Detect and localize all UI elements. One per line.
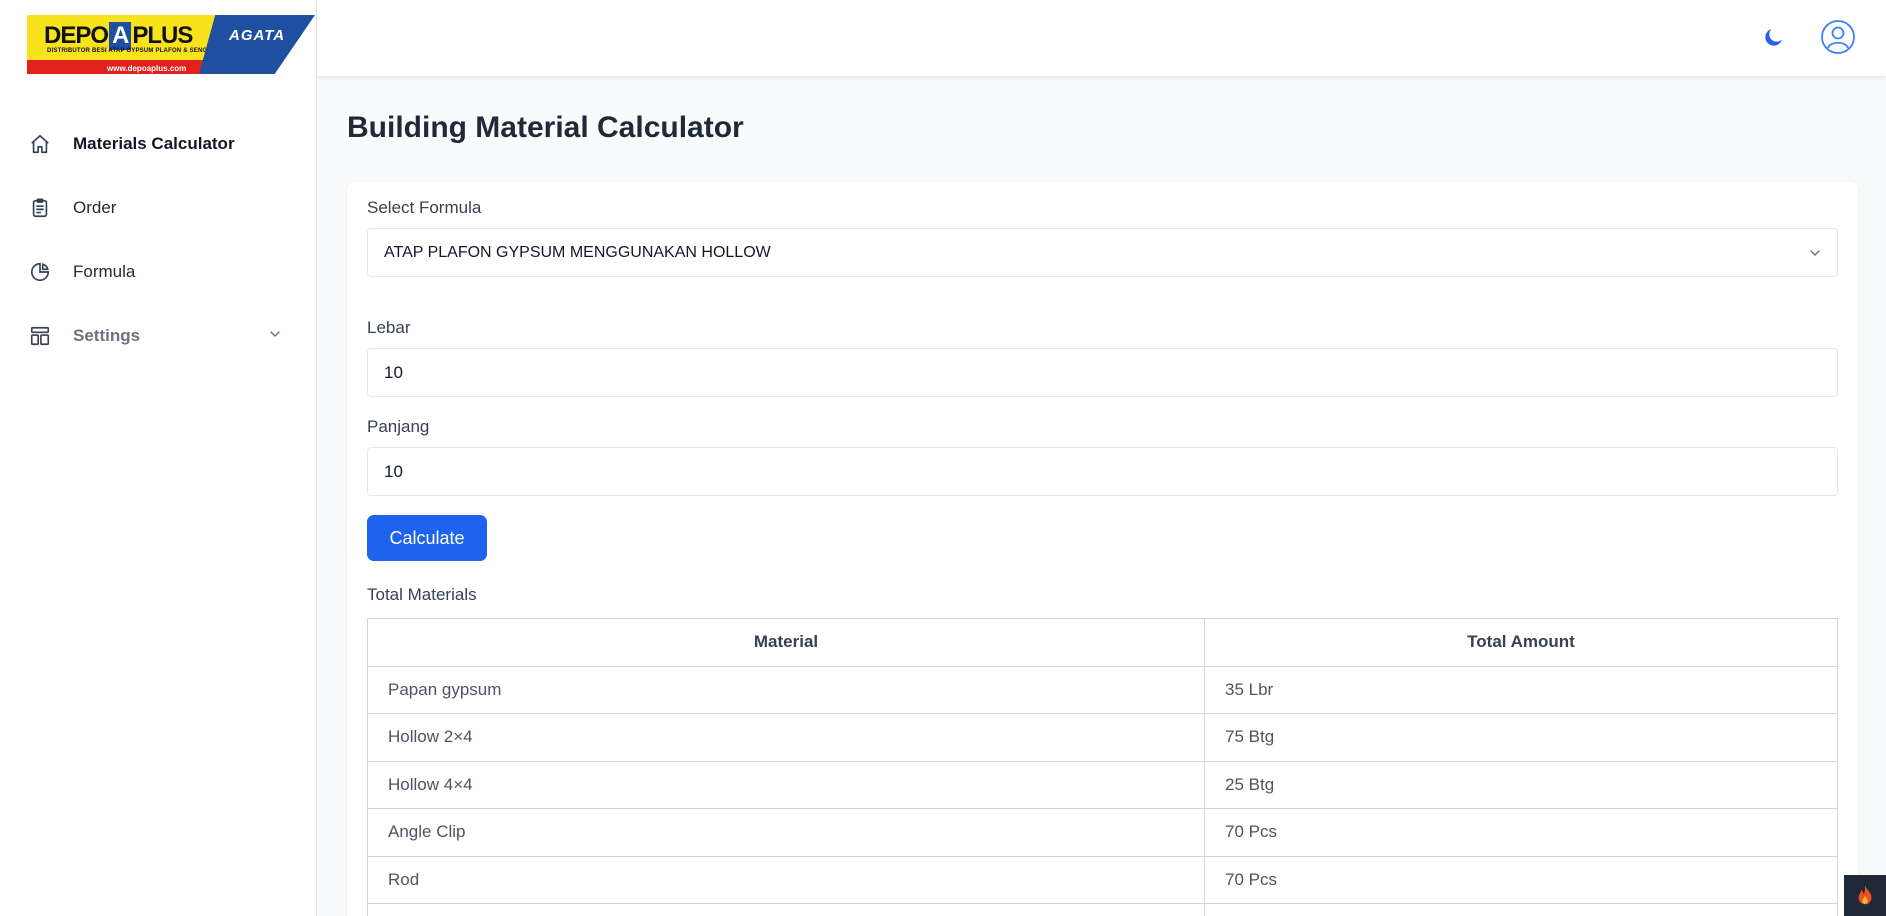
table-header-row: Material Total Amount — [367, 618, 1838, 667]
formula-label: Select Formula — [367, 198, 482, 217]
table-row: Rod 70 Pcs — [367, 855, 1838, 904]
total-materials-label: Total Materials — [367, 585, 477, 604]
table-row: Hollow 2×4 75 Btg — [367, 713, 1838, 762]
moon-icon[interactable] — [1762, 25, 1786, 54]
layout-icon — [28, 324, 52, 348]
amount-cell: 70 Pcs — [1204, 808, 1838, 857]
amount-cell: 75 Btg — [1204, 713, 1838, 762]
logo-agata: AGATA — [199, 15, 315, 74]
material-cell: Rod — [367, 855, 1205, 904]
pie-chart-icon — [28, 260, 52, 284]
column-header-total-amount: Total Amount — [1204, 618, 1838, 667]
table-row: Hollow 4×4 25 Btg — [367, 760, 1838, 809]
sidebar-item-materials-calculator[interactable]: Materials Calculator — [0, 112, 317, 176]
sidebar-item-label: Materials Calculator — [73, 134, 235, 153]
logo-brand-text: DEPO A PLUS — [44, 22, 193, 50]
sidebar-item-order[interactable]: Order — [0, 176, 317, 240]
amount-cell: 25 Btg — [1204, 760, 1838, 809]
sidebar-item-settings[interactable]: Settings — [0, 304, 317, 368]
logo-url: www.depoaplus.com — [107, 64, 187, 73]
calculator-card: Select Formula ATAP PLAFON GYPSUM MENGGU… — [347, 182, 1858, 916]
clipboard-icon — [28, 196, 52, 220]
materials-table: Material Total Amount Papan gypsum 35 Lb… — [367, 618, 1838, 916]
chevron-down-icon — [1807, 245, 1823, 266]
table-row: Papan gypsum 35 Lbr — [367, 665, 1838, 714]
material-cell — [367, 903, 1205, 916]
sidebar-item-formula[interactable]: Formula — [0, 240, 317, 304]
sidebar-item-label: Settings — [73, 326, 141, 345]
amount-cell: 35 Lbr — [1204, 665, 1838, 714]
formula-select[interactable]: ATAP PLAFON GYPSUM MENGGUNAKAN HOLLOW — [367, 228, 1838, 277]
logo-tagline: DISTRIBUTOR BESI ATAP GYPSUM PLAFON & SE… — [47, 48, 208, 54]
table-row — [367, 903, 1838, 916]
sidebar-item-label: Formula — [73, 262, 136, 281]
column-header-material: Material — [367, 618, 1205, 667]
chevron-down-icon — [267, 326, 283, 347]
user-avatar-icon[interactable] — [1820, 19, 1856, 55]
home-icon — [28, 132, 52, 156]
panjang-input[interactable] — [367, 447, 1838, 496]
sidebar: DEPO A PLUS DISTRIBUTOR BESI ATAP GYPSUM P… — [0, 0, 317, 916]
sidebar-item-label: Order — [73, 198, 117, 217]
table-row: Angle Clip 70 Pcs — [367, 808, 1838, 857]
lebar-label: Lebar — [367, 318, 411, 337]
page-title: Building Material Calculator — [347, 111, 744, 144]
brand-logo[interactable]: DEPO A PLUS DISTRIBUTOR BESI ATAP GYPSUM P… — [27, 15, 315, 74]
top-bar — [317, 0, 1886, 76]
fire-icon[interactable] — [1844, 875, 1886, 916]
sidebar-nav: Materials Calculator Order Formula Setti… — [0, 112, 317, 368]
calculate-button[interactable]: Calculate — [367, 515, 487, 561]
lebar-input[interactable] — [367, 348, 1838, 397]
material-cell: Papan gypsum — [367, 665, 1205, 714]
formula-selected-value: ATAP PLAFON GYPSUM MENGGUNAKAN HOLLOW — [384, 243, 771, 261]
material-cell: Hollow 4×4 — [367, 760, 1205, 809]
logo-agata-text: AGATA — [229, 27, 286, 44]
material-cell: Hollow 2×4 — [367, 713, 1205, 762]
material-cell: Angle Clip — [367, 808, 1205, 857]
amount-cell — [1204, 903, 1838, 916]
logo-depoaplus: DEPO A PLUS DISTRIBUTOR BESI ATAP GYPSUM P… — [27, 15, 217, 74]
panjang-label: Panjang — [367, 417, 430, 436]
amount-cell: 70 Pcs — [1204, 855, 1838, 904]
